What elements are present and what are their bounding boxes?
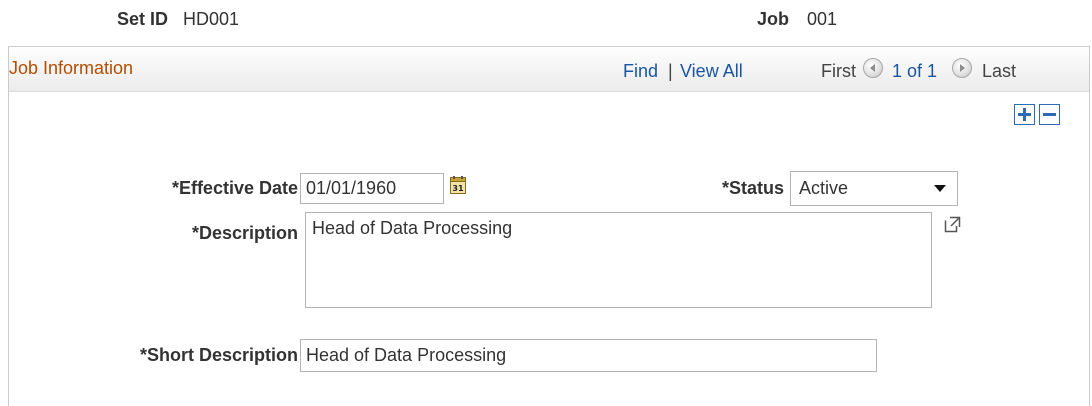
job-label: Job [757, 9, 790, 29]
page-status: 1 of 1 [892, 61, 938, 81]
description-label: *Description [191, 223, 298, 243]
calendar-icon[interactable]: 31 [450, 176, 466, 194]
effective-date-label: *Effective Date [171, 178, 298, 198]
minus-icon [1043, 113, 1056, 116]
status-label: *Status [721, 178, 784, 198]
expand-popup-icon[interactable] [944, 216, 961, 233]
short-description-label: *Short Description [139, 345, 298, 365]
set-id-label: Set ID [117, 9, 169, 29]
status-selected-value: Active [799, 178, 849, 198]
description-textarea[interactable]: Head of Data Processing [305, 212, 932, 308]
short-description-input[interactable] [300, 339, 877, 372]
find-link[interactable]: Find [623, 61, 658, 82]
view-all-link[interactable]: View All [680, 61, 743, 82]
prev-arrow-icon[interactable] [863, 58, 883, 78]
effective-date-input[interactable] [300, 173, 444, 204]
first-label: First [821, 61, 856, 81]
last-label: Last [982, 61, 1017, 81]
set-id-value: HD001 [183, 9, 240, 29]
next-arrow-icon[interactable] [952, 58, 972, 78]
status-select[interactable]: Active [790, 171, 958, 206]
job-value: 001 [807, 9, 838, 29]
nav-separator: | [668, 61, 673, 81]
plus-icon [1018, 108, 1031, 121]
add-row-button[interactable] [1014, 104, 1035, 125]
calendar-icon-text: 31 [452, 184, 464, 193]
group-title: Job Information [9, 58, 134, 78]
delete-row-button[interactable] [1039, 104, 1060, 125]
dropdown-arrow-icon [934, 185, 946, 192]
